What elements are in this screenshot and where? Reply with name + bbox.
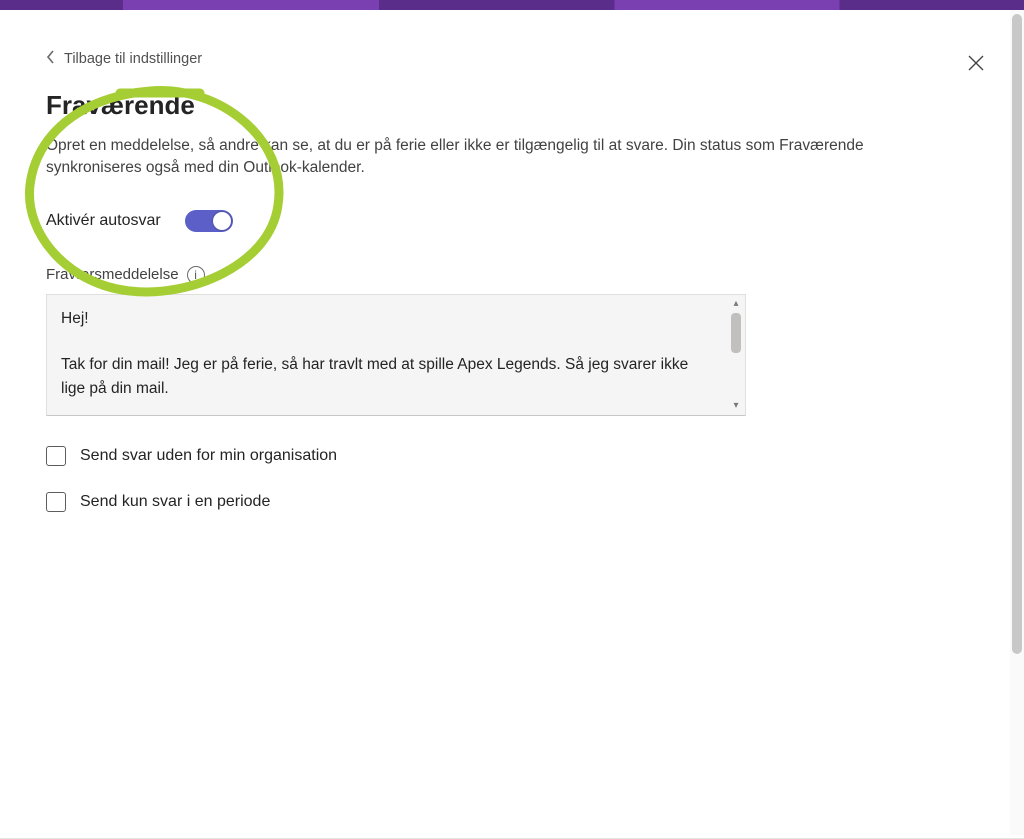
back-to-settings-link[interactable]: Tilbage til indstillinger	[46, 50, 978, 68]
checkbox-period-only[interactable]	[46, 492, 66, 512]
message-section-label: Fraværsmeddelelse	[46, 266, 179, 283]
settings-panel: Tilbage til indstillinger Fraværende Opr…	[0, 10, 1024, 839]
autosvar-toggle-row: Aktivér autosvar	[46, 210, 978, 232]
autosvar-toggle[interactable]	[185, 210, 233, 232]
scroll-up-icon[interactable]: ▴	[729, 297, 743, 311]
page-description: Opret en meddelelse, så andre kan se, at…	[46, 135, 946, 180]
away-message-editor: ▴ ▾	[46, 294, 746, 416]
option-period-only[interactable]: Send kun svar i en periode	[46, 492, 978, 512]
content-area: Tilbage til indstillinger Fraværende Opr…	[0, 10, 1024, 838]
scroll-down-icon[interactable]: ▾	[729, 399, 743, 413]
checkbox-outside-org[interactable]	[46, 446, 66, 466]
message-scrollbar[interactable]: ▴ ▾	[729, 297, 743, 413]
page-title: Fraværende	[46, 90, 978, 121]
back-link-label: Tilbage til indstillinger	[64, 51, 202, 67]
option-outside-org-label: Send svar uden for min organisation	[80, 447, 337, 465]
option-period-only-label: Send kun svar i en periode	[80, 493, 270, 511]
away-message-input[interactable]	[47, 295, 727, 415]
chevron-left-icon	[46, 50, 56, 68]
info-icon[interactable]: i	[187, 266, 205, 284]
browser-tabstrip	[0, 0, 1024, 10]
autosvar-toggle-label: Aktivér autosvar	[46, 212, 161, 230]
reply-options: Send svar uden for min organisation Send…	[46, 446, 978, 512]
option-outside-org[interactable]: Send svar uden for min organisation	[46, 446, 978, 466]
toggle-knob	[213, 212, 231, 230]
message-section-label-row: Fraværsmeddelelse i	[46, 266, 978, 284]
message-scrollbar-thumb[interactable]	[731, 313, 741, 353]
